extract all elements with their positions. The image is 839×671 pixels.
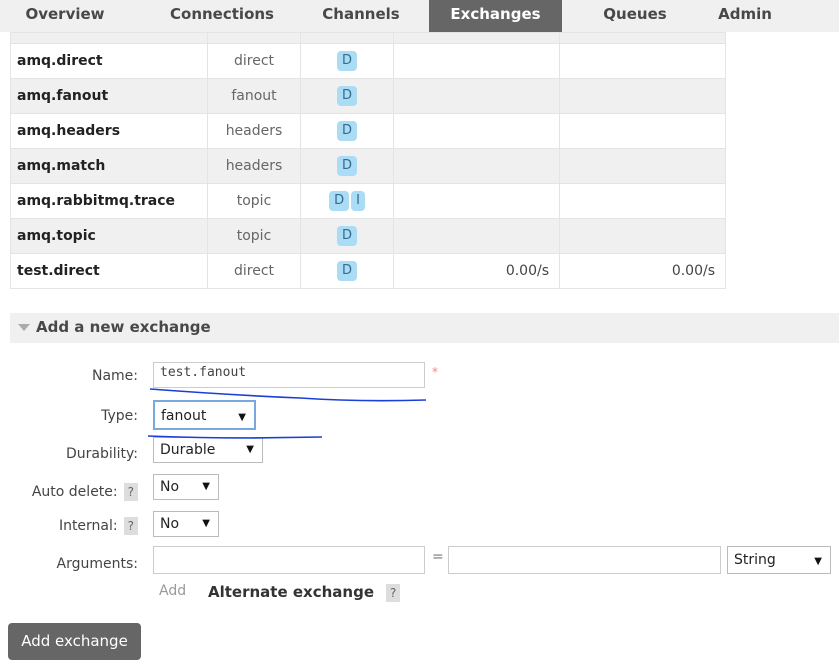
message-rate-in-cell	[393, 183, 560, 219]
message-rate-in-cell	[393, 43, 560, 79]
table-row[interactable]: amq.headers headers D	[10, 113, 726, 149]
equals-sign: =	[432, 549, 444, 565]
section-title: Add a new exchange	[36, 318, 211, 336]
exchange-name-cell[interactable]: amq.match	[10, 148, 208, 184]
message-rate-out-cell	[559, 113, 726, 149]
feature-badge: D	[336, 86, 357, 106]
argument-type-select[interactable]: String ▼	[727, 546, 831, 574]
dropdown-arrow-icon: ▼	[202, 481, 210, 492]
dropdown-arrow-icon: ▼	[814, 556, 822, 567]
message-rate-in-cell	[393, 113, 560, 149]
exchange-features-cell: D	[300, 253, 394, 289]
exchange-features-cell: D	[300, 78, 394, 114]
name-label: Name:	[91, 368, 138, 384]
name-input[interactable]: test.fanout	[153, 362, 425, 388]
exchange-features-cell: D	[300, 43, 394, 79]
message-rate-in-cell	[393, 148, 560, 184]
required-marker: *	[432, 365, 438, 379]
auto-delete-help-icon[interactable]: ?	[123, 483, 138, 501]
tab-connections[interactable]: Connections	[152, 0, 292, 32]
exchange-features-cell: DI	[300, 183, 394, 219]
auto-delete-label: Auto delete:	[31, 484, 118, 500]
table-row[interactable]: amq.topic topic D	[10, 218, 726, 254]
message-rate-out-cell	[559, 183, 726, 219]
tab-admin[interactable]: Admin	[700, 0, 790, 32]
tab-queues[interactable]: Queues	[580, 0, 690, 32]
add-exchange-section-header[interactable]: Add a new exchange	[10, 313, 839, 343]
tab-exchanges[interactable]: Exchanges	[429, 0, 562, 32]
exchange-features-cell: D	[300, 218, 394, 254]
message-rate-in-cell	[393, 78, 560, 114]
top-nav: Overview Connections Channels Exchanges …	[0, 0, 839, 32]
durability-label: Durability:	[65, 446, 138, 462]
auto-delete-select[interactable]: No ▼	[153, 474, 219, 500]
exchange-name-cell[interactable]: amq.fanout	[10, 78, 208, 114]
alternate-exchange-help-icon[interactable]: ?	[386, 584, 401, 602]
message-rate-out-cell	[559, 218, 726, 254]
exchange-type-cell: fanout	[207, 78, 301, 114]
exchange-name-cell[interactable]: test.direct	[10, 253, 208, 289]
type-label: Type:	[101, 408, 138, 424]
table-row[interactable]: test.direct direct D 0.00/s 0.00/s	[10, 253, 726, 289]
exchange-type-cell: headers	[207, 113, 301, 149]
feature-badge: I	[351, 191, 365, 211]
auto-delete-label-group: Auto delete:?	[0, 483, 138, 501]
arguments-label: Arguments:	[56, 556, 138, 572]
exchange-name-cell[interactable]: amq.topic	[10, 218, 208, 254]
feature-badge: D	[329, 191, 350, 211]
exchange-type-cell: topic	[207, 218, 301, 254]
message-rate-out-cell	[559, 43, 726, 79]
feature-badge: D	[336, 51, 357, 71]
collapse-triangle-icon[interactable]	[18, 324, 30, 331]
auto-delete-select-value: No	[160, 479, 180, 495]
feature-badge: D	[336, 156, 357, 176]
argument-value-input[interactable]	[448, 546, 721, 574]
internal-help-icon[interactable]: ?	[123, 517, 138, 535]
table-row[interactable]: amq.direct direct D	[10, 43, 726, 79]
underline-stroke	[149, 388, 427, 402]
exchange-type-cell: topic	[207, 183, 301, 219]
dropdown-arrow-icon: ▼	[246, 444, 254, 455]
dropdown-arrow-icon: ▼	[238, 412, 246, 423]
feature-badge: D	[336, 226, 357, 246]
durability-select[interactable]: Durable ▼	[153, 437, 263, 463]
exchange-type-cell: direct	[207, 253, 301, 289]
message-rate-out-cell	[559, 78, 726, 114]
message-rate-in-cell	[393, 218, 560, 254]
argument-type-select-value: String	[734, 552, 776, 568]
exchange-features-cell: D	[300, 113, 394, 149]
table-row[interactable]: amq.rabbitmq.trace topic D I	[10, 183, 726, 219]
table-row	[10, 32, 726, 44]
durability-select-value: Durable	[160, 442, 216, 458]
add-argument-link[interactable]: Add	[159, 583, 186, 599]
exchange-name-cell[interactable]: amq.rabbitmq.trace	[10, 183, 208, 219]
table-row[interactable]: amq.match headers D	[10, 148, 726, 184]
feature-badge: D	[336, 261, 357, 281]
internal-select[interactable]: No ▼	[153, 511, 219, 537]
exchange-name-cell[interactable]: amq.headers	[10, 113, 208, 149]
type-select[interactable]: fanout ▼	[153, 400, 256, 430]
alternate-exchange-label: Alternate exchange	[208, 583, 374, 601]
tab-overview[interactable]: Overview	[0, 0, 130, 32]
message-rate-out-cell: 0.00/s	[559, 253, 726, 289]
add-exchange-button[interactable]: Add exchange	[8, 623, 141, 660]
internal-label: Internal:	[58, 518, 118, 534]
feature-badge: D	[336, 121, 357, 141]
internal-select-value: No	[160, 516, 180, 532]
exchange-name-cell[interactable]: amq.direct	[10, 43, 208, 79]
argument-key-input[interactable]	[153, 546, 425, 574]
exchange-type-cell: direct	[207, 43, 301, 79]
tab-channels[interactable]: Channels	[306, 0, 416, 32]
table-row[interactable]: amq.fanout fanout D	[10, 78, 726, 114]
alternate-exchange-link[interactable]: Alternate exchange?	[208, 583, 401, 602]
internal-label-group: Internal:?	[0, 517, 138, 535]
type-select-value: fanout	[161, 408, 207, 424]
message-rate-out-cell	[559, 148, 726, 184]
message-rate-in-cell: 0.00/s	[393, 253, 560, 289]
exchanges-table: amq.direct direct Damq.fanout fanout Damq.he…	[10, 32, 726, 289]
exchange-type-cell: headers	[207, 148, 301, 184]
dropdown-arrow-icon: ▼	[202, 518, 210, 529]
exchange-features-cell: D	[300, 148, 394, 184]
